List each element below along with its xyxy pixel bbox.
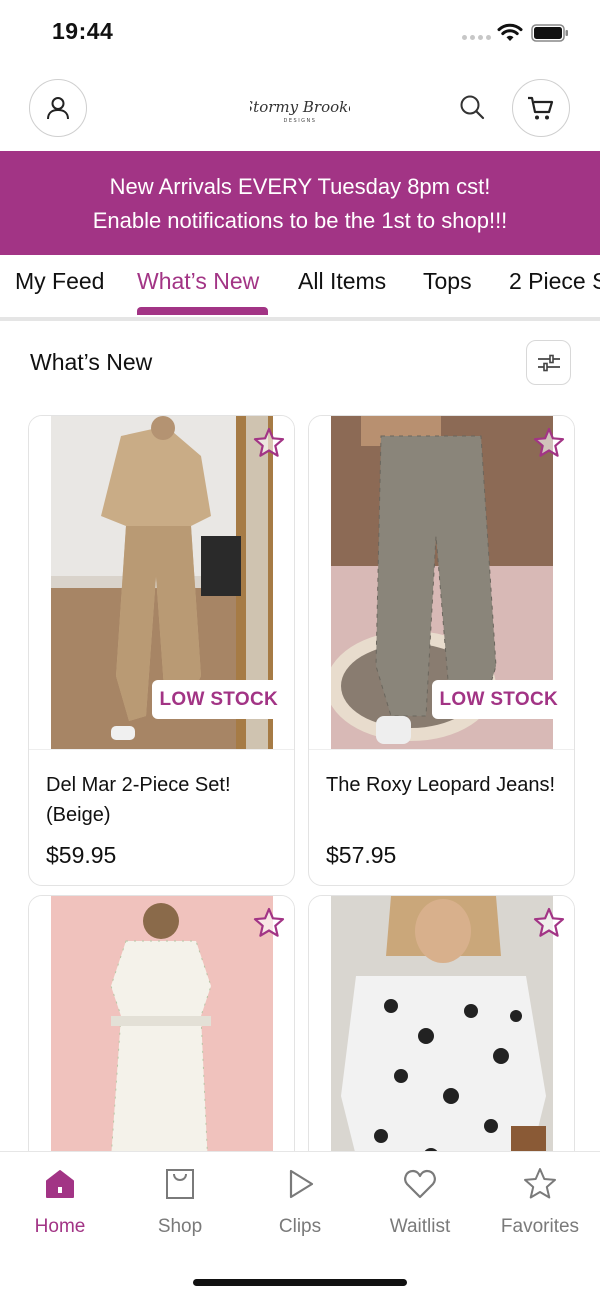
nav-favorites-label: Favorites — [500, 1216, 580, 1237]
bottom-nav: Home Shop Clips Waitlist Favorites — [0, 1151, 600, 1299]
status-time: 19:44 — [52, 18, 114, 44]
profile-icon — [47, 97, 69, 120]
filter-button[interactable] — [526, 340, 571, 385]
active-tab-indicator — [137, 307, 268, 315]
low-stock-badge: LOW STOCK — [151, 680, 286, 719]
product-price: $59.95 — [46, 842, 117, 868]
play-icon — [289, 1169, 314, 1199]
tab-2-piece-sets[interactable]: 2 Piece Sets — [509, 268, 600, 295]
nav-home[interactable]: Home — [0, 1166, 120, 1238]
favorite-star-icon[interactable] — [252, 906, 286, 940]
cart-button[interactable] — [512, 79, 570, 137]
favorite-star-icon[interactable] — [532, 906, 566, 940]
product-price: $57.95 — [326, 842, 397, 868]
product-photo — [331, 896, 553, 1174]
profile-button[interactable] — [29, 79, 87, 137]
product-card[interactable] — [308, 895, 575, 1175]
svg-text:Stormy Brooke: Stormy Brooke — [250, 98, 350, 116]
tab-tops[interactable]: Tops — [423, 268, 472, 295]
sliders-icon — [537, 354, 560, 371]
nav-shop[interactable]: Shop — [120, 1166, 240, 1238]
section-title: What’s New — [30, 349, 153, 375]
nav-clips[interactable]: Clips — [240, 1166, 360, 1238]
favorite-star-icon[interactable] — [252, 426, 286, 460]
product-image[interactable] — [29, 896, 294, 1174]
nav-waitlist[interactable]: Waitlist — [360, 1166, 480, 1238]
nav-favorites[interactable]: Favorites — [480, 1166, 600, 1238]
favorite-star-icon[interactable] — [532, 426, 566, 460]
nav-clips-label: Clips — [278, 1216, 322, 1237]
tab-whats-new[interactable]: What’s New — [137, 268, 259, 295]
status-bar: 19:44 — [0, 0, 600, 62]
banner-line-1: New Arrivals EVERY Tuesday 8pm cst! — [109, 174, 491, 199]
shop-bag-icon — [166, 1169, 194, 1199]
banner-line-2: Enable notifications to be the 1st to sh… — [92, 208, 508, 233]
tab-my-feed[interactable]: My Feed — [15, 268, 104, 295]
product-name[interactable]: Del Mar 2-Piece Set! (Beige) — [29, 750, 294, 832]
app-header: Stormy Brooke DESIGNS — [0, 62, 600, 152]
home-icon — [46, 1170, 74, 1198]
heart-icon — [404, 1169, 436, 1199]
product-photo — [51, 896, 273, 1174]
search-icon — [460, 95, 485, 120]
home-indicator — [193, 1279, 407, 1286]
product-image[interactable]: LOW STOCK — [309, 416, 574, 750]
product-card[interactable]: LOW STOCK The Roxy Leopard Jeans! $57.95 — [308, 415, 575, 886]
signal-dots-icon — [462, 35, 491, 40]
wifi-icon — [497, 23, 523, 41]
star-icon — [524, 1168, 556, 1199]
product-image[interactable] — [309, 896, 574, 1174]
tab-all-items[interactable]: All Items — [298, 268, 386, 295]
nav-shop-label: Shop — [157, 1216, 203, 1237]
low-stock-badge: LOW STOCK — [431, 680, 566, 719]
product-name[interactable]: The Roxy Leopard Jeans! — [309, 750, 574, 832]
search-button[interactable] — [455, 90, 489, 124]
battery-icon — [531, 24, 568, 42]
nav-home-label: Home — [34, 1216, 86, 1237]
brand-logo: Stormy Brooke DESIGNS — [250, 98, 350, 124]
svg-text:DESIGNS: DESIGNS — [284, 118, 317, 124]
product-card[interactable]: LOW STOCK Del Mar 2-Piece Set! (Beige) $… — [28, 415, 295, 886]
announcement-banner[interactable]: New Arrivals EVERY Tuesday 8pm cst! Enab… — [0, 151, 600, 255]
category-tabs: My Feed What’s New All Items Tops 2 Piec… — [0, 255, 600, 321]
nav-waitlist-label: Waitlist — [389, 1216, 451, 1237]
product-image[interactable]: LOW STOCK — [29, 416, 294, 750]
cart-icon — [528, 96, 554, 120]
product-card[interactable] — [28, 895, 295, 1175]
